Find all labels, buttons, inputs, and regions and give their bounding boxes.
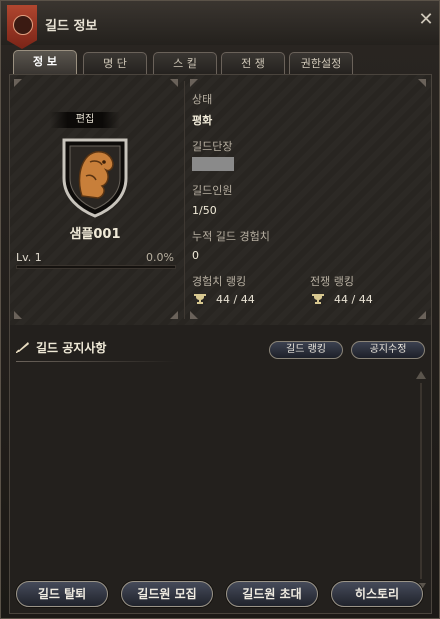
guild-exp-percent: 0.0% [146,251,174,264]
exp-rank-value: 44 / 44 [216,293,255,306]
edit-notice-button[interactable]: 공지수정 [351,341,425,359]
history-button[interactable]: 히스토리 [331,581,423,607]
title-bar[interactable]: 길드 정보 ✕ [1,1,439,49]
corner-ornament [14,79,22,87]
notice-content-area[interactable] [14,367,414,583]
trophy-icon [312,294,324,304]
tab-content-panel: 편집 샘플001 Lv. 1 0.0% 상태 평화 길드단장 길드인원 1/50… [9,74,432,614]
corner-ornament [14,311,22,319]
status-value: 평화 [192,114,213,127]
close-icon[interactable]: ✕ [415,9,437,31]
leader-name-placeholder [192,157,234,171]
trophy-icon [194,294,206,304]
war-rank-value: 44 / 44 [334,293,373,306]
guild-exp-value: 0 [192,249,199,262]
window-title: 길드 정보 [45,19,98,34]
quill-icon [16,342,29,353]
guild-level: Lv. 1 [16,251,42,264]
war-rank-label: 전쟁 랭킹 [310,275,354,288]
guild-banner-icon [7,5,37,49]
tab-war[interactable]: 전 쟁 [221,52,285,74]
notice-underline [16,361,176,362]
tab-permissions[interactable]: 권한설정 [289,52,353,74]
invite-member-button[interactable]: 길드원 초대 [226,581,318,607]
leader-label: 길드단장 [192,140,233,153]
corner-ornament [170,79,178,87]
tab-info[interactable]: 정 보 [13,50,77,74]
corner-ornament [170,311,178,319]
members-value: 1/50 [192,204,217,217]
notice-scrollbar[interactable] [415,371,427,591]
status-label: 상태 [192,93,213,106]
guild-exp-label: 누적 길드 경험치 [192,230,270,243]
members-label: 길드인원 [192,184,233,197]
guild-info-window: 길드 정보 ✕ 정 보 명 단 스 킬 전 쟁 권한설정 편집 샘플001 Lv… [0,0,440,619]
recruit-members-button[interactable]: 길드원 모집 [121,581,213,607]
section-divider [184,81,185,319]
scroll-track[interactable] [420,383,422,579]
guild-exp-bar [16,265,176,269]
notice-header: 길드 공지사항 [16,339,106,356]
corner-ornament [190,311,198,319]
action-bar: 길드 탈퇴 길드원 모집 길드원 초대 히스토리 [10,575,431,613]
edit-emblem-button[interactable]: 편집 [50,112,120,128]
corner-ornament [418,311,426,319]
tab-roster[interactable]: 명 단 [83,52,147,74]
guild-info-section: 편집 샘플001 Lv. 1 0.0% 상태 평화 길드단장 길드인원 1/50… [10,75,431,325]
notice-title: 길드 공지사항 [36,341,107,355]
exp-rank-label: 경험치 랭킹 [192,275,247,288]
tab-skills[interactable]: 스 킬 [153,52,217,74]
leave-guild-button[interactable]: 길드 탈퇴 [16,581,108,607]
scroll-up-icon[interactable] [416,371,426,379]
guild-ranking-button[interactable]: 길드 랭킹 [269,341,343,359]
guild-name: 샘플001 [69,227,121,242]
corner-ornament [190,79,198,87]
exp-rank: 44 / 44 [194,293,255,306]
lion-shield-icon [62,138,128,218]
war-rank: 44 / 44 [312,293,373,306]
corner-ornament [418,79,426,87]
